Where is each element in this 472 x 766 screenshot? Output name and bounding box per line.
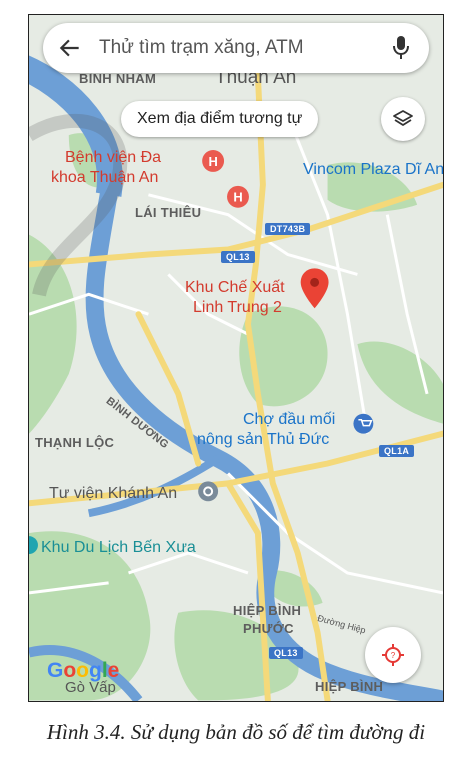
road-shield-ql13: QL13 [221, 251, 255, 263]
library-icon [198, 481, 219, 502]
figure-caption: Hình 3.4. Sử dụng bản đồ số để tìm đường… [46, 720, 426, 744]
search-input[interactable]: Thử tìm trạm xăng, ATM [99, 37, 304, 59]
place-label-park[interactable]: Khu Du Lịch Bến Xưa [41, 539, 196, 557]
place-label-library[interactable]: Tư viện Khánh An [49, 485, 177, 503]
microphone-icon[interactable] [391, 35, 411, 61]
svg-text:H: H [208, 154, 217, 169]
layers-icon [393, 110, 413, 126]
similar-places-chip[interactable]: Xem địa điểm tương tự [121, 101, 319, 137]
layers-button[interactable] [381, 97, 425, 141]
area-label-lai-thieu: LÁI THIÊU [135, 205, 202, 220]
place-label-hospital-line2[interactable]: khoa Thuận An [51, 169, 158, 187]
place-label-market-line1[interactable]: Chợ đầu mối [243, 411, 335, 429]
svg-text:?: ? [391, 651, 396, 660]
location-target-icon: ? [382, 644, 404, 666]
svg-text:H: H [233, 190, 242, 205]
place-label-pin-line1[interactable]: Khu Chế Xuất [185, 279, 285, 297]
area-label-hiep-binh: HIỆP BÌNH [315, 679, 384, 694]
search-bar[interactable]: Thử tìm trạm xăng, ATM [43, 23, 429, 73]
road-shield-ql13-bottom: QL13 [269, 647, 303, 659]
road-shield-ql1a: QL1A [379, 445, 415, 457]
place-label-vincom[interactable]: Vincom Plaza Dĩ An [303, 161, 443, 179]
shopping-cart-icon [353, 413, 374, 434]
hospital-icon: H [202, 150, 225, 172]
back-arrow-icon[interactable] [57, 35, 83, 61]
google-logo: Google [47, 659, 120, 682]
watermark-graphic [29, 113, 128, 297]
area-label-binh-nham: BÌNH NHÂM [79, 71, 157, 86]
my-location-button[interactable]: ? [365, 627, 421, 683]
place-label-pin-line2[interactable]: Linh Trung 2 [193, 299, 282, 317]
location-pin-icon [300, 268, 329, 309]
road-shield-dt743b: DT743B [265, 223, 311, 235]
place-label-hospital-line1[interactable]: Bệnh viện Đa [65, 149, 161, 167]
area-label-thanh-loc: THẠNH LỘC [35, 435, 115, 450]
map-frame: H H BÌNH NHÂM Thuận An LÁI THIÊU BÌNH DƯ… [28, 14, 444, 702]
area-label-hiep-binh-phuoc-2: PHƯỚC [243, 621, 294, 636]
hospital-icon-2: H [227, 185, 249, 208]
place-label-market-line2[interactable]: nông sản Thủ Đức [197, 431, 329, 449]
area-label-hiep-binh-phuoc-1: HIỆP BÌNH [233, 603, 302, 618]
